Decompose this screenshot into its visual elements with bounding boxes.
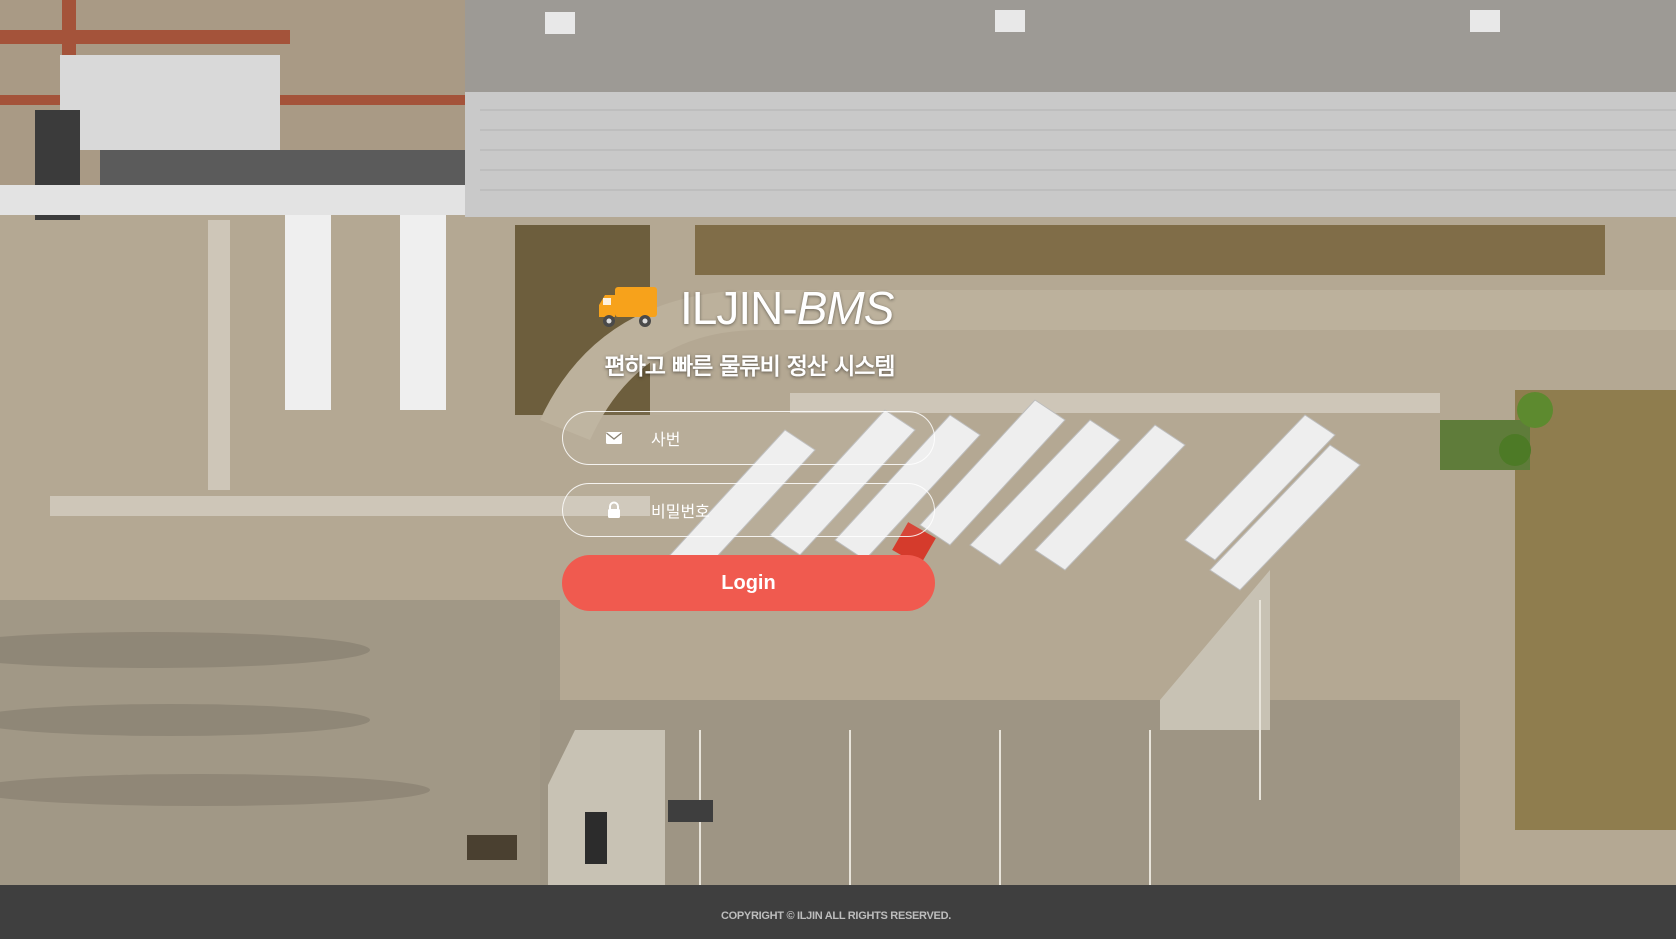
password-field[interactable]: [562, 483, 935, 538]
brand-logo: ILJIN-BMS: [562, 275, 937, 335]
login-button[interactable]: Login: [562, 555, 935, 611]
brand-name-plain: ILJIN-: [680, 282, 798, 334]
employee-id-field[interactable]: [562, 411, 935, 466]
lock-icon: [608, 501, 620, 518]
login-page: ILJIN-BMS 편하고 빠른 물류비 정산 시스템 Login COPYRI…: [0, 0, 1676, 939]
footer: COPYRIGHT © ILJIN ALL RIGHTS RESERVED.: [0, 885, 1676, 939]
brand-name-italic: BMS: [796, 282, 895, 334]
employee-id-input[interactable]: [649, 412, 923, 466]
envelope-icon: [606, 432, 622, 444]
brand-tagline: 편하고 빠른 물류비 정산 시스템: [604, 354, 895, 380]
brand-name: ILJIN-BMS: [680, 281, 895, 335]
truck-icon: [599, 287, 657, 327]
login-panel: ILJIN-BMS 편하고 빠른 물류비 정산 시스템 Login: [562, 275, 937, 611]
password-input[interactable]: [649, 484, 923, 538]
copyright-text: COPYRIGHT © ILJIN ALL RIGHTS RESERVED.: [721, 910, 951, 922]
